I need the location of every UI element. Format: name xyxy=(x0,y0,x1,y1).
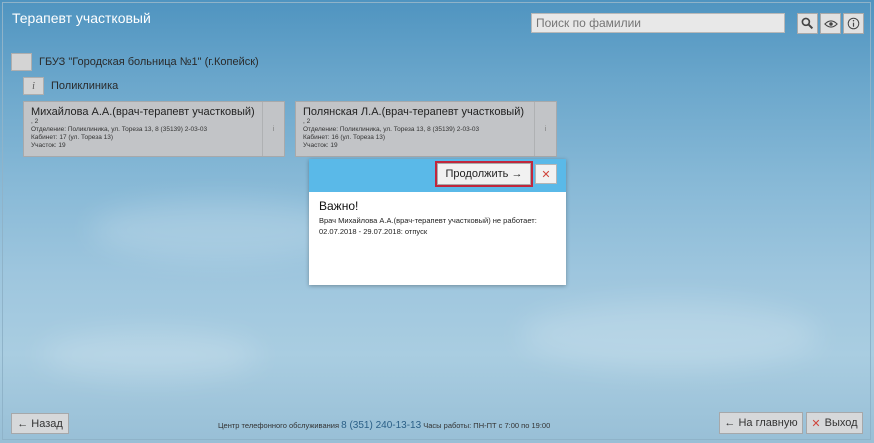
dialog-message: Врач Михайлова А.А.(врач-терапевт участк… xyxy=(319,216,537,236)
info-icon xyxy=(847,17,860,30)
close-icon: ✕ xyxy=(811,417,821,430)
doctor-extra: , 2 xyxy=(31,118,39,125)
exit-label: Выход xyxy=(824,417,858,429)
close-icon: ✕ xyxy=(541,168,551,181)
footer-info: Центр телефонного обслуживания 8 (351) 2… xyxy=(218,420,550,431)
search-button[interactable] xyxy=(797,13,818,34)
warning-dialog: Продолжить → ✕ Важно! Врач Михайлова А.А… xyxy=(309,159,566,285)
service-phone: 8 (351) 240-13-13 xyxy=(341,420,422,431)
doctor-extra: , 2 xyxy=(303,118,311,125)
background-cloud xyxy=(520,300,820,370)
doctor-cabinet: Кабинет: 17 (ул. Тореза 13) xyxy=(31,134,114,141)
tree-item-organization[interactable]: ГБУЗ "Городская больница №1" (г.Копейск) xyxy=(11,53,259,71)
background-cloud xyxy=(40,330,260,380)
page-title: Терапевт участковый xyxy=(12,10,151,26)
doctor-department: Отделение: Поликлиника, ул. Тореза 13, 8… xyxy=(31,126,208,133)
department-label: Поликлиника xyxy=(51,80,119,92)
doctor-area: Участок: 19 xyxy=(303,142,338,149)
organization-label: ГБУЗ "Городская больница №1" (г.Копейск) xyxy=(39,56,259,68)
dialog-title: Важно! xyxy=(319,199,359,213)
doctor-area: Участок: 19 xyxy=(31,142,66,149)
organization-info-button[interactable] xyxy=(11,53,32,71)
doctor-name: Полянская Л.А.(врач-терапевт участковый) xyxy=(303,106,525,118)
tree-item-department[interactable]: i Поликлиника xyxy=(23,77,118,95)
search-input[interactable] xyxy=(531,13,785,33)
continue-button[interactable]: Продолжить → xyxy=(437,163,531,185)
department-info-button[interactable]: i xyxy=(23,77,44,95)
view-toggle-button[interactable] xyxy=(820,13,841,34)
doctor-name: Михайлова А.А.(врач-терапевт участковый) xyxy=(31,106,255,118)
working-hours: Часы работы: ПН-ПТ с 7:00 по 19:00 xyxy=(423,421,551,430)
back-button[interactable]: ← Назад xyxy=(11,413,69,434)
eye-icon xyxy=(823,19,838,28)
doctor-cabinet: Кабинет: 16 (ул. Тореза 13) xyxy=(303,134,386,141)
doctor-department: Отделение: Поликлиника, ул. Тореза 13, 8… xyxy=(303,126,480,133)
dialog-header: Продолжить → ✕ xyxy=(309,159,566,192)
info-button[interactable] xyxy=(843,13,864,34)
doctor-card[interactable]: Полянская Л.А.(врач-терапевт участковый)… xyxy=(295,101,557,157)
doctor-info-button[interactable]: i xyxy=(262,102,284,156)
search-icon xyxy=(801,17,814,30)
doctor-card[interactable]: Михайлова А.А.(врач-терапевт участковый)… xyxy=(23,101,285,157)
service-center-label: Центр телефонного обслуживания xyxy=(218,421,340,430)
exit-button[interactable]: ✕ Выход xyxy=(806,412,863,434)
doctor-info-button[interactable]: i xyxy=(534,102,556,156)
home-button[interactable]: ← На главную xyxy=(719,412,803,434)
close-button[interactable]: ✕ xyxy=(535,164,557,184)
